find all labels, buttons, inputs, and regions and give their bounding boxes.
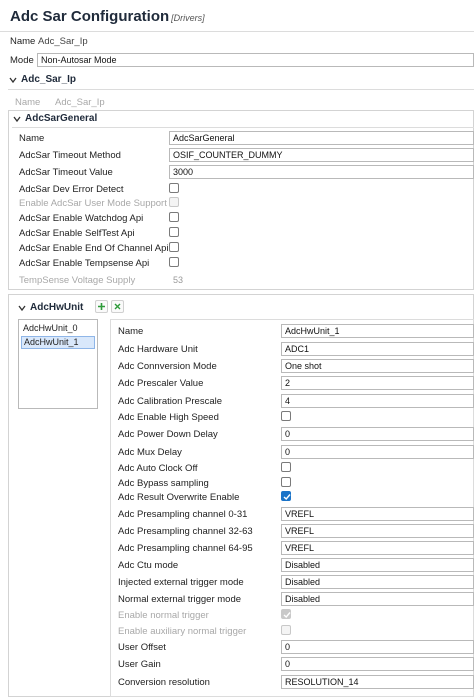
selftest-label: AdcSar Enable SelfTest Api <box>19 228 135 239</box>
resolution-select[interactable]: RESOLUTION_14 <box>281 675 474 689</box>
ctu-select[interactable]: Disabled <box>281 558 474 572</box>
section-divider <box>8 89 474 90</box>
conv-mode-select[interactable]: One shot <box>281 359 474 373</box>
presamp32-select[interactable]: VREFL <box>281 524 474 538</box>
en-aux-checkbox[interactable] <box>281 625 291 635</box>
timeout-method-label: AdcSar Timeout Method <box>19 150 121 161</box>
header-divider <box>0 31 474 32</box>
page-title: Adc Sar Configuration [Drivers] <box>10 8 205 25</box>
watchdog-checkbox[interactable] <box>169 212 179 222</box>
check-icon <box>283 494 291 501</box>
overwrite-checkbox[interactable] <box>281 491 291 501</box>
check-icon <box>283 612 291 619</box>
name-value: Adc_Sar_Ip <box>38 36 88 47</box>
high-speed-checkbox[interactable] <box>281 411 291 421</box>
user-mode-checkbox[interactable] <box>169 197 179 207</box>
presamp0-select[interactable]: VREFL <box>281 507 474 521</box>
ctu-label: Adc Ctu mode <box>118 560 179 571</box>
tempsense-voltage-label: TempSense Voltage Supply <box>19 275 136 286</box>
selftest-checkbox[interactable] <box>169 227 179 237</box>
user-mode-label: Enable AdcSar User Mode Support <box>19 198 167 209</box>
presamp0-label: Adc Presampling channel 0-31 <box>118 509 248 520</box>
resolution-label: Conversion resolution <box>118 677 210 688</box>
ip-name-value: Adc_Sar_Ip <box>55 97 105 108</box>
section-adc-sar-ip[interactable]: Adc_Sar_Ip <box>21 74 76 85</box>
section-adc-hw-unit[interactable]: AdcHwUnit <box>30 302 83 313</box>
conv-mode-label: Adc Connversion Mode <box>118 361 217 372</box>
tempsense-label: AdcSar Enable Tempsense Api <box>19 258 150 269</box>
timeout-value-label: AdcSar Timeout Value <box>19 167 113 178</box>
injected-select[interactable]: Disabled <box>281 575 474 589</box>
page-title-text: Adc Sar Configuration <box>10 8 170 25</box>
hw-name-field[interactable]: AdcHwUnit_1 <box>281 324 474 338</box>
bypass-label: Adc Bypass sampling <box>118 478 209 489</box>
remove-hw-unit-button[interactable] <box>111 300 124 313</box>
eoc-label: AdcSar Enable End Of Channel Api <box>19 243 169 254</box>
watchdog-label: AdcSar Enable Watchdog Api <box>19 213 144 224</box>
list-item[interactable]: AdcHwUnit_0 <box>21 322 95 335</box>
close-icon <box>114 303 121 310</box>
cal-prescale-label: Adc Calibration Prescale <box>118 396 223 407</box>
mux-delay-label: Adc Mux Delay <box>118 447 182 458</box>
presamp64-label: Adc Presampling channel 64-95 <box>118 543 253 554</box>
chevron-down-icon[interactable] <box>18 304 26 312</box>
chevron-down-icon[interactable] <box>13 115 21 123</box>
mode-field[interactable]: Non-Autosar Mode <box>37 53 474 67</box>
cal-prescale-field[interactable]: 4 <box>281 394 474 408</box>
mode-label: Mode <box>10 55 34 66</box>
hw-name-label: Name <box>118 326 144 337</box>
eoc-checkbox[interactable] <box>169 242 179 252</box>
power-down-field[interactable]: 0 <box>281 427 474 441</box>
mux-delay-field[interactable]: 0 <box>281 445 474 459</box>
dev-error-label: AdcSar Dev Error Detect <box>19 184 124 195</box>
user-offset-label: User Offset <box>118 642 166 653</box>
name-label: Name <box>10 36 36 47</box>
overwrite-label: Adc Result Overwrite Enable <box>118 492 240 503</box>
page-subtitle: [Drivers] <box>171 13 205 23</box>
presamp32-label: Adc Presampling channel 32-63 <box>118 526 253 537</box>
general-name-label: Name <box>19 133 45 144</box>
power-down-label: Adc Power Down Delay <box>118 429 218 440</box>
dev-error-checkbox[interactable] <box>169 183 179 193</box>
en-aux-label: Enable auxiliary normal trigger <box>118 626 247 637</box>
en-normal-label: Enable normal trigger <box>118 610 209 621</box>
auto-clock-checkbox[interactable] <box>281 462 291 472</box>
en-normal-checkbox[interactable] <box>281 609 291 619</box>
normal-label: Normal external trigger mode <box>118 594 242 605</box>
list-item[interactable]: AdcHwUnit_1 <box>21 336 95 349</box>
add-hw-unit-button[interactable] <box>95 300 108 313</box>
auto-clock-label: Adc Auto Clock Off <box>118 463 198 474</box>
presamp64-select[interactable]: VREFL <box>281 541 474 555</box>
normal-select[interactable]: Disabled <box>281 592 474 606</box>
general-name-field[interactable]: AdcSarGeneral <box>169 131 474 145</box>
hw-unit-select[interactable]: ADC1 <box>281 342 474 356</box>
ip-name-label: Name <box>15 97 41 108</box>
plus-icon <box>98 303 105 310</box>
injected-label: Injected external trigger mode <box>118 577 244 588</box>
hw-unit-label: Adc Hardware Unit <box>118 344 198 355</box>
user-gain-field[interactable]: 0 <box>281 657 474 671</box>
prescaler-field[interactable]: 2 <box>281 376 474 390</box>
section-adc-sar-general[interactable]: AdcSarGeneral <box>25 113 97 124</box>
tempsense-checkbox[interactable] <box>169 257 179 267</box>
tempsense-voltage-field[interactable]: 53 <box>169 273 229 287</box>
timeout-value-field[interactable]: 3000 <box>169 165 474 179</box>
chevron-down-icon[interactable] <box>9 76 17 84</box>
section-divider <box>12 127 474 128</box>
bypass-checkbox[interactable] <box>281 477 291 487</box>
prescaler-label: Adc Prescaler Value <box>118 378 204 389</box>
high-speed-label: Adc Enable High Speed <box>118 412 219 423</box>
timeout-method-select[interactable]: OSIF_COUNTER_DUMMY <box>169 148 474 162</box>
user-gain-label: User Gain <box>118 659 161 670</box>
user-offset-field[interactable]: 0 <box>281 640 474 654</box>
